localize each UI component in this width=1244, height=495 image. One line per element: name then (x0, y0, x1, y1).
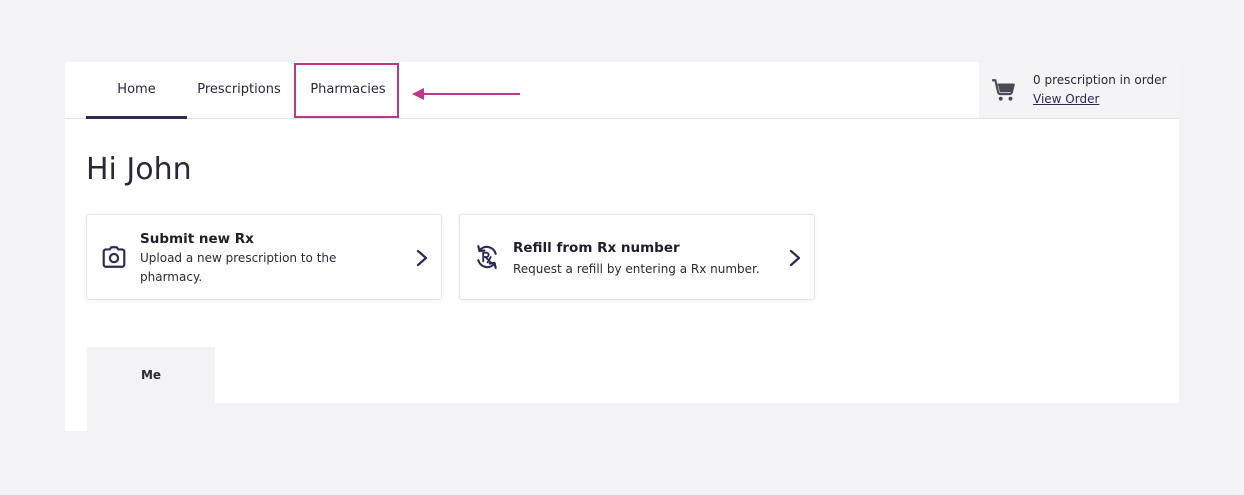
card-description: Request a refill by entering a Rx number… (513, 262, 760, 276)
cart-count-text: 0 prescription in order (1033, 73, 1167, 87)
card-description: Upload a new prescription to the pharmac… (140, 251, 337, 284)
panel-extension (65, 403, 87, 431)
cart-summary: 0 prescription in order View Order (979, 62, 1179, 118)
chevron-right-icon (789, 249, 801, 267)
annotation-arrow-icon (412, 88, 520, 100)
card-title: Submit new Rx (140, 231, 254, 247)
main-panel: Home Prescriptions Pharmacies 0 prescrip… (65, 62, 1179, 403)
tab-me-extension (87, 403, 215, 431)
card-title: Refill from Rx number (513, 240, 680, 256)
top-nav: Home Prescriptions Pharmacies 0 prescrip… (65, 62, 1179, 119)
tab-home[interactable]: Home (86, 62, 187, 119)
tab-prescriptions[interactable]: Prescriptions (189, 62, 289, 118)
view-order-link[interactable]: View Order (1033, 92, 1099, 106)
submit-rx-card[interactable]: Submit new Rx Upload a new prescription … (86, 214, 442, 300)
tab-me[interactable]: Me (87, 347, 215, 403)
refill-rx-card[interactable]: Refill from Rx number Request a refill b… (459, 214, 815, 300)
cart-icon[interactable] (991, 77, 1017, 103)
rx-refill-icon (477, 245, 497, 269)
page-title: Hi John (86, 152, 192, 187)
chevron-right-icon (416, 249, 428, 267)
tab-pharmacies[interactable]: Pharmacies (294, 62, 402, 118)
camera-icon (102, 246, 126, 268)
